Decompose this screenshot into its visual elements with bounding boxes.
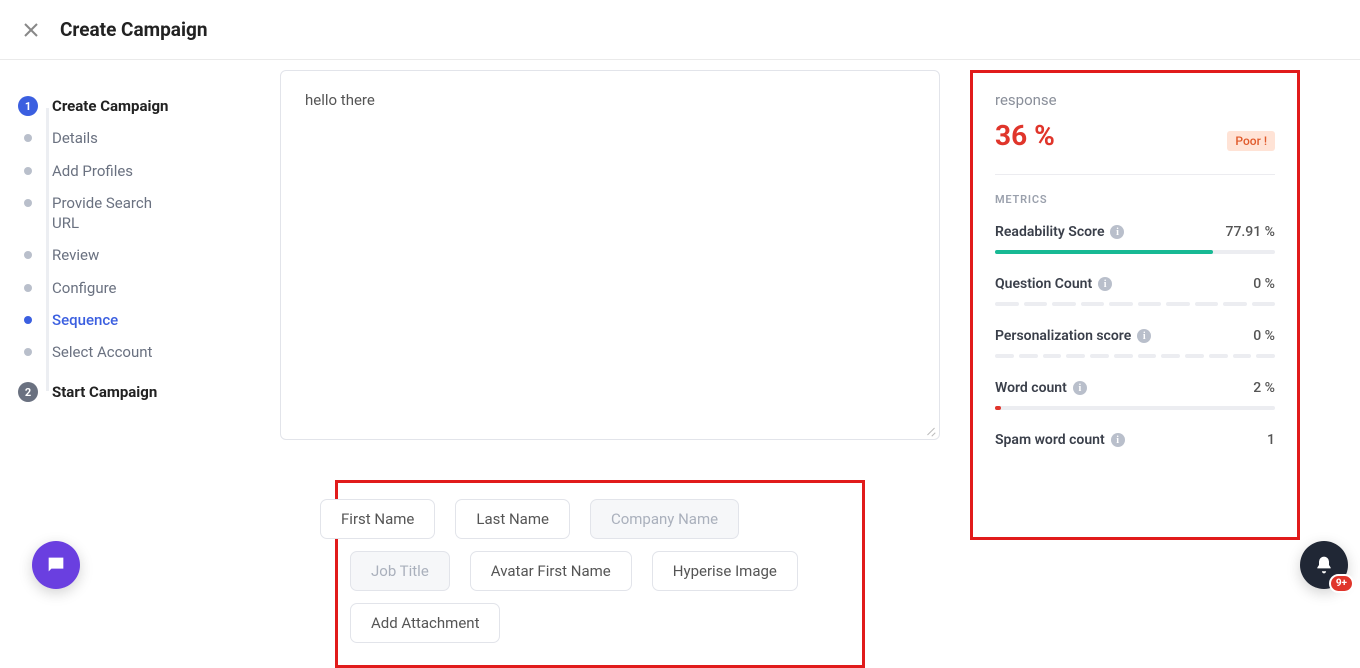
close-button[interactable] (20, 19, 42, 41)
substep-label: Provide Search URL (52, 193, 172, 234)
substep-label: Review (52, 245, 99, 265)
metric-word-count: Word count i 2 % (995, 380, 1275, 410)
message-editor-wrap (280, 70, 940, 440)
substep-review[interactable]: Review (18, 239, 260, 271)
substep-details[interactable]: Details (18, 122, 260, 154)
analysis-panel: response 36 % Poor ! METRICS Readability… (970, 70, 1300, 540)
step-dot (24, 348, 32, 356)
substep-label: Add Profiles (52, 161, 133, 181)
metric-value: 0 % (1253, 328, 1275, 344)
chip-hyperise-image[interactable]: Hyperise Image (652, 551, 798, 591)
metric-value: 1 (1267, 432, 1275, 448)
step-dot (24, 199, 32, 207)
metric-personalization: Personalization score i 0 % (995, 328, 1275, 358)
chip-first-name[interactable]: First Name (320, 499, 435, 539)
step-number-1: 1 (18, 96, 38, 116)
metric-value: 2 % (1253, 380, 1275, 396)
step-dot (24, 167, 32, 175)
step-label: Create Campaign (52, 96, 168, 116)
metric-name-text: Word count (995, 380, 1067, 396)
substep-add-profiles[interactable]: Add Profiles (18, 155, 260, 187)
metric-name-text: Question Count (995, 276, 1092, 292)
step-start-campaign[interactable]: 2 Start Campaign (18, 376, 260, 408)
step-dot (24, 284, 32, 292)
progress-fill (995, 406, 1001, 410)
info-icon[interactable]: i (1137, 329, 1151, 343)
metric-name-text: Readability Score (995, 224, 1104, 240)
stepper-sidebar: 1 Create Campaign Details Add Profiles P… (0, 60, 270, 623)
response-badge: Poor ! (1227, 131, 1275, 151)
merge-tags-box: First Name Last Name Company Name Job Ti… (335, 480, 865, 668)
step-dot (24, 316, 32, 324)
substep-configure[interactable]: Configure (18, 272, 260, 304)
substep-select-account[interactable]: Select Account (18, 336, 260, 368)
chip-avatar-first-name[interactable]: Avatar First Name (470, 551, 632, 591)
info-icon[interactable]: i (1111, 433, 1125, 447)
message-editor[interactable] (281, 71, 939, 439)
info-icon[interactable]: i (1073, 381, 1087, 395)
info-icon[interactable]: i (1098, 277, 1112, 291)
segment-track (995, 302, 1275, 306)
metric-name-text: Spam word count (995, 432, 1105, 448)
metric-question-count: Question Count i 0 % (995, 276, 1275, 306)
segment-track (995, 354, 1275, 358)
response-label: response (995, 91, 1275, 109)
metric-value: 77.91 % (1225, 224, 1275, 240)
chip-add-attachment[interactable]: Add Attachment (350, 603, 500, 643)
metric-name: Readability Score i (995, 224, 1124, 240)
step-number-2: 2 (18, 382, 38, 402)
page-title: Create Campaign (60, 18, 208, 41)
metric-name-text: Personalization score (995, 328, 1131, 344)
substep-provide-search-url[interactable]: Provide Search URL (18, 187, 260, 240)
metric-name: Personalization score i (995, 328, 1151, 344)
substep-sequence[interactable]: Sequence (18, 304, 260, 336)
close-icon (23, 22, 39, 38)
substep-label: Details (52, 128, 98, 148)
progress-fill (995, 250, 1213, 254)
chat-fab[interactable] (32, 541, 80, 589)
divider (995, 174, 1275, 175)
page-header: Create Campaign (0, 0, 1360, 60)
progress-track (995, 250, 1275, 254)
chip-company-name: Company Name (590, 499, 739, 539)
chat-icon (45, 554, 67, 576)
metrics-heading: METRICS (995, 193, 1275, 206)
metric-name: Question Count i (995, 276, 1112, 292)
substep-label: Configure (52, 278, 117, 298)
step-label: Start Campaign (52, 382, 157, 402)
notifications-fab[interactable]: 9+ (1300, 541, 1348, 589)
notifications-badge: 9+ (1329, 574, 1354, 593)
metric-value: 0 % (1253, 276, 1275, 292)
bell-icon (1314, 555, 1334, 575)
metric-name: Spam word count i (995, 432, 1125, 448)
step-dot (24, 251, 32, 259)
metric-readability: Readability Score i 77.91 % (995, 224, 1275, 254)
metric-name: Word count i (995, 380, 1087, 396)
response-value: 36 % (995, 119, 1055, 152)
metric-spam-word-count: Spam word count i 1 (995, 432, 1275, 448)
substep-label: Sequence (52, 310, 118, 330)
progress-track (995, 406, 1275, 410)
chip-last-name[interactable]: Last Name (455, 499, 570, 539)
step-dot (24, 134, 32, 142)
step-create-campaign[interactable]: 1 Create Campaign (18, 90, 260, 122)
info-icon[interactable]: i (1110, 225, 1124, 239)
chip-job-title: Job Title (350, 551, 450, 591)
substep-label: Select Account (52, 342, 152, 362)
